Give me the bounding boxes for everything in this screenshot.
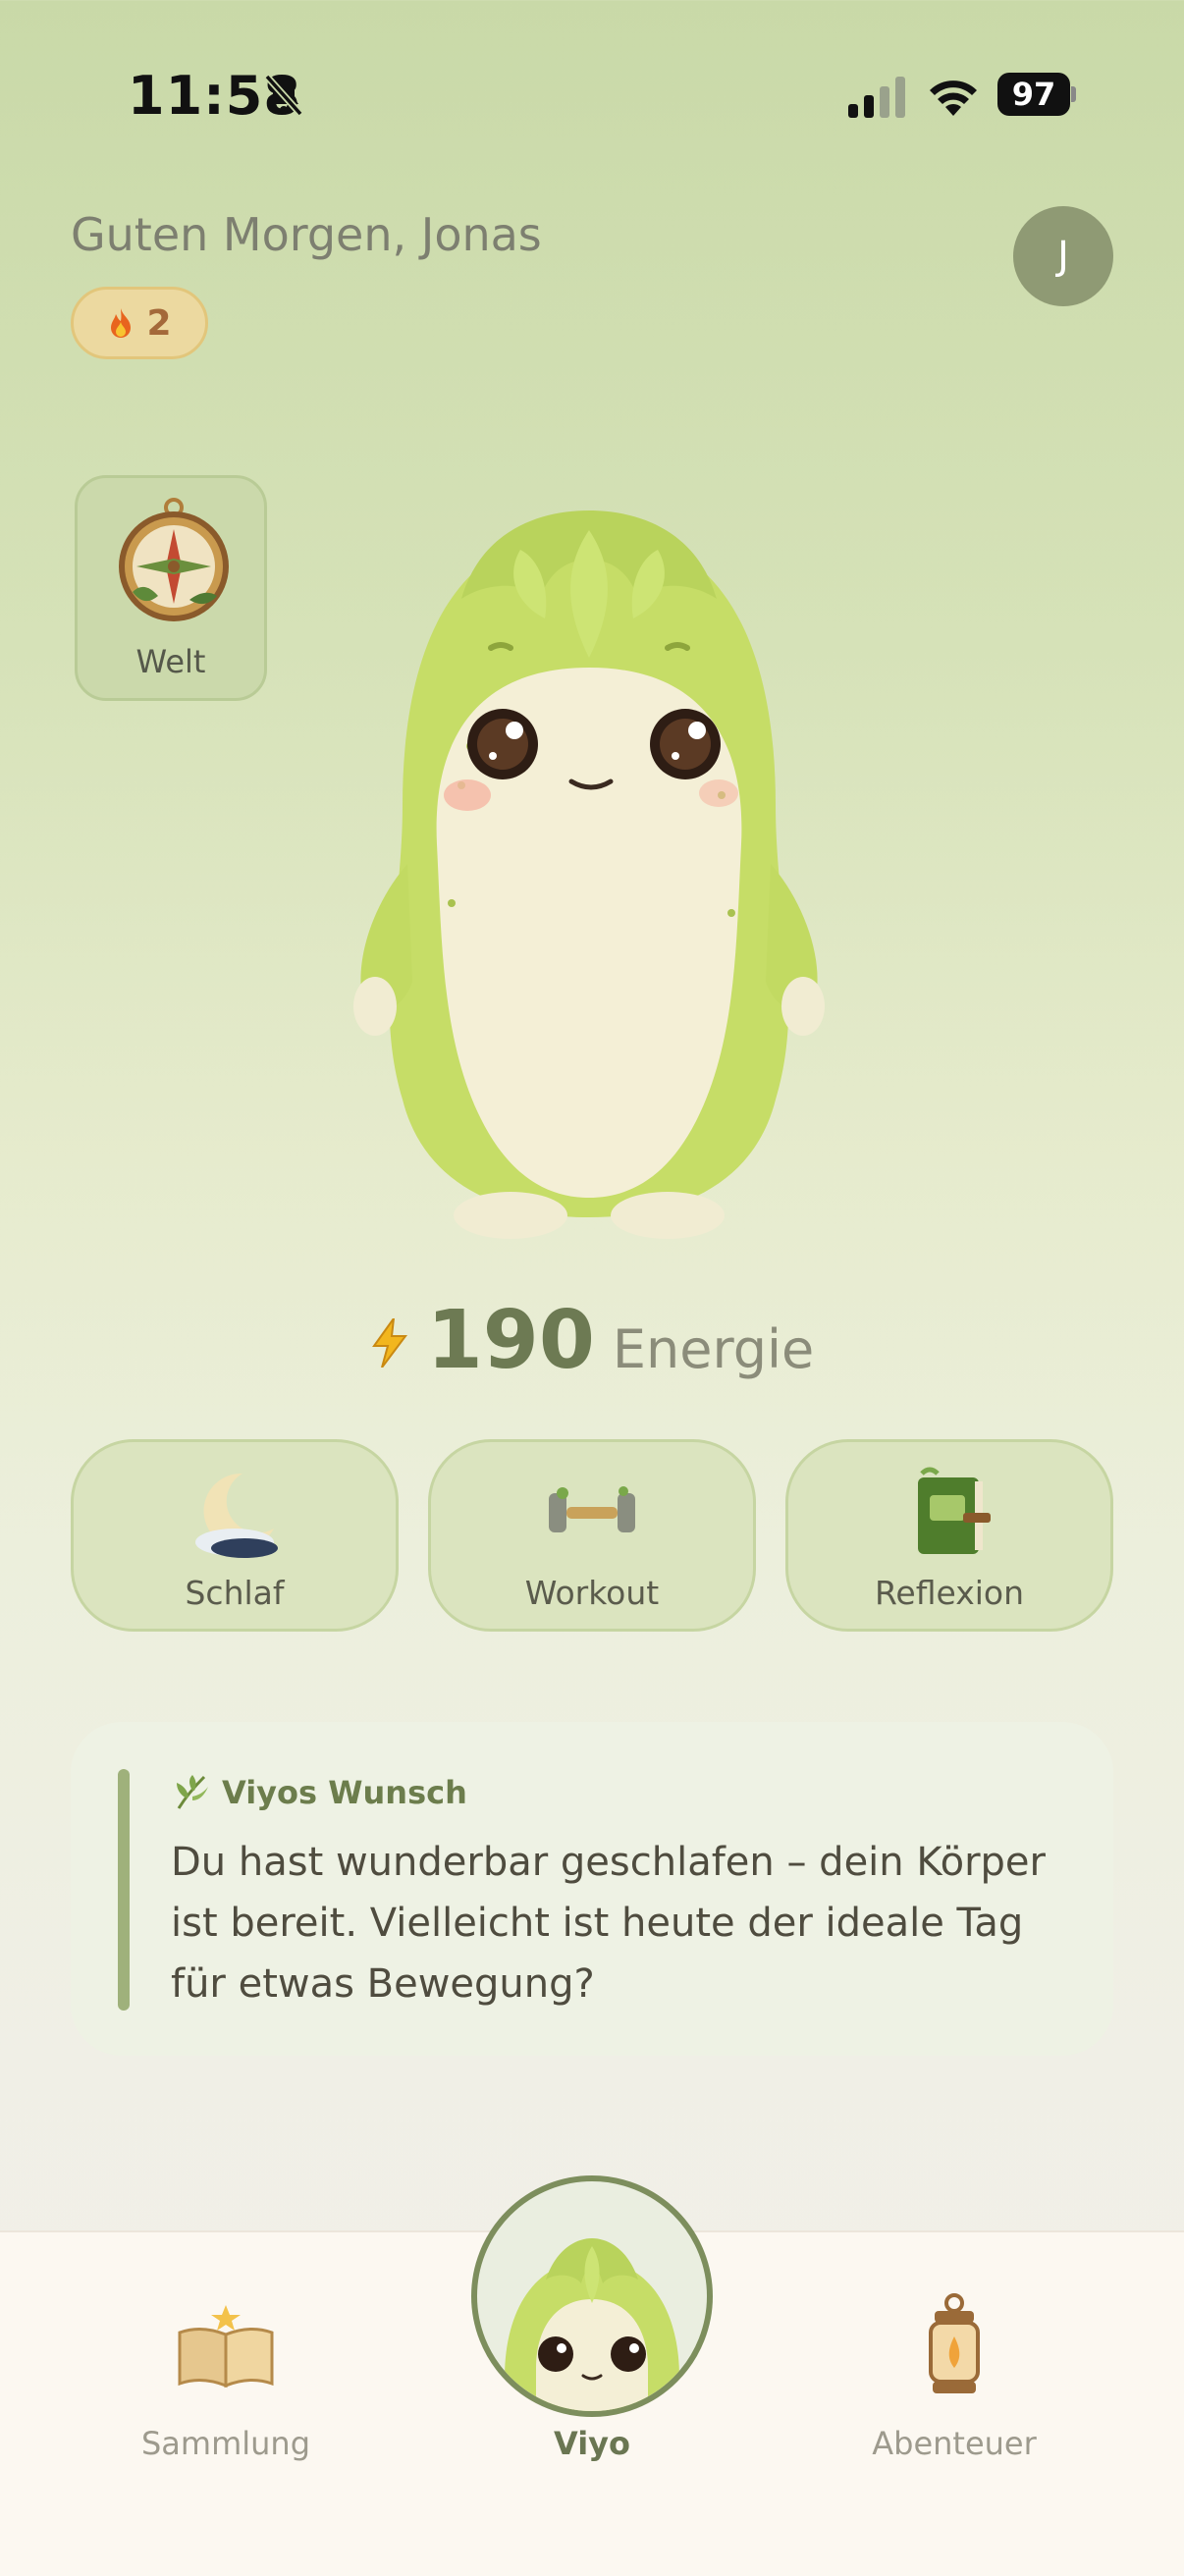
lantern-icon <box>929 2293 980 2393</box>
profile-avatar[interactable]: J <box>1013 206 1113 306</box>
moon-icon <box>195 1473 278 1558</box>
wish-title: Viyos Wunsch <box>222 1774 467 1811</box>
silent-bell-icon <box>264 74 303 117</box>
compass-icon <box>119 498 229 621</box>
sleep-label: Schlaf <box>185 1574 285 1612</box>
workout-label: Workout <box>524 1574 660 1612</box>
wish-card: Viyos Wunsch Du hast wunderbar geschlafe… <box>71 1722 1113 2056</box>
workout-button[interactable]: Workout <box>428 1439 756 1632</box>
flame-icon <box>111 308 132 338</box>
world-button[interactable]: Welt <box>75 475 267 701</box>
viyo-avatar <box>505 2238 679 2411</box>
reflection-button[interactable]: Reflexion <box>785 1439 1113 1632</box>
open-book-icon <box>178 2305 274 2388</box>
journal-icon <box>918 1467 991 1554</box>
wish-accent-bar <box>118 1769 130 2011</box>
herb-icon <box>177 1775 208 1809</box>
sleep-button[interactable]: Schlaf <box>71 1439 399 1632</box>
dumbbell-icon <box>549 1486 635 1532</box>
battery-indicator: 97 <box>997 73 1076 116</box>
nav-item-abenteuer[interactable]: Abenteuer <box>827 2287 1082 2484</box>
streak-count: 2 <box>146 302 172 344</box>
nav-label-abenteuer: Abenteuer <box>872 2425 1037 2462</box>
nav-label-sammlung: Sammlung <box>140 2425 311 2462</box>
cellular-signal-icon <box>848 77 905 118</box>
energy-label: Energie <box>612 1318 815 1380</box>
energy-display: 190 Energie <box>0 1294 1184 1392</box>
nav-label-viyo: Viyo <box>553 2425 630 2462</box>
world-label: Welt <box>135 643 206 680</box>
energy-value: 190 <box>426 1294 595 1387</box>
wish-text: Du hast wunderbar geschlafen – dein Körp… <box>171 1840 1046 2007</box>
streak-badge[interactable]: 2 <box>71 287 208 359</box>
reflection-label: Reflexion <box>874 1574 1025 1612</box>
nav-item-sammlung[interactable]: Sammlung <box>98 2287 353 2484</box>
nav-item-viyo[interactable] <box>471 2175 713 2417</box>
lightning-icon <box>371 1318 407 1368</box>
viyo-mascot[interactable] <box>314 491 864 1257</box>
battery-level: 97 <box>997 73 1070 116</box>
greeting-text: Guten Morgen, Jonas <box>71 208 542 261</box>
wifi-icon <box>930 80 977 116</box>
